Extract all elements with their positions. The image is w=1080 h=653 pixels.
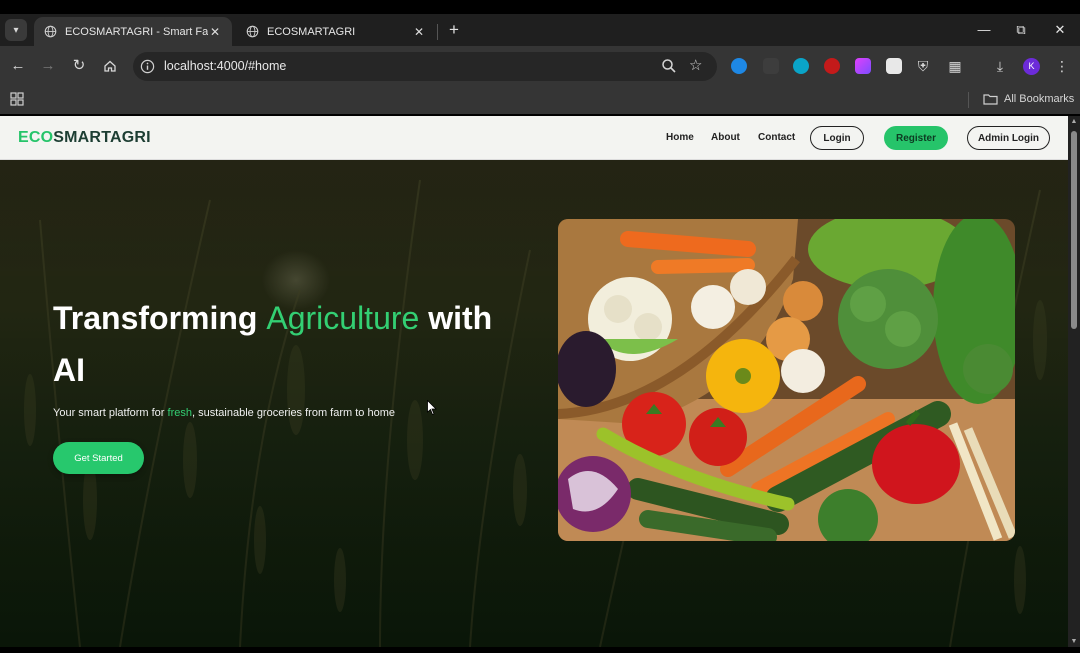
- hero-subtitle-accent: fresh: [167, 407, 192, 419]
- hero-title: Transforming Agriculture with AI: [53, 292, 523, 396]
- page-scrollbar[interactable]: ▲ ▼: [1068, 116, 1080, 647]
- page-viewport: ECOSMARTAGRI Home About Contact Login Re…: [0, 116, 1068, 647]
- tab-bar: ▾ ECOSMARTAGRI - Smart Farm-t ✕ ECOSMART…: [0, 14, 1080, 46]
- extension-purple-icon[interactable]: [855, 58, 871, 74]
- hero-section: Transforming Agriculture with AI Your sm…: [0, 160, 1068, 647]
- download-icon[interactable]: ⤓: [991, 57, 1009, 75]
- all-bookmarks-link[interactable]: All Bookmarks: [1004, 93, 1074, 105]
- extension-blue-icon[interactable]: [731, 58, 747, 74]
- extensions-puzzle-icon[interactable]: ▦: [946, 57, 964, 75]
- tab-title: ECOSMARTAGRI - Smart Farm-t: [65, 25, 208, 38]
- nav-contact-link[interactable]: Contact: [758, 132, 795, 143]
- nav-about-link[interactable]: About: [711, 132, 740, 143]
- hero-subtitle-part1: Your smart platform for: [53, 407, 168, 419]
- vegetables-image: [558, 219, 1015, 541]
- apps-grid-icon[interactable]: [10, 92, 24, 106]
- site-logo[interactable]: ECOSMARTAGRI: [18, 129, 151, 147]
- back-button[interactable]: ←: [8, 56, 28, 76]
- tab-title: ECOSMARTAGRI: [267, 25, 356, 38]
- globe-icon: [246, 25, 259, 38]
- scrollbar-thumb[interactable]: [1071, 131, 1077, 329]
- url-text[interactable]: localhost:4000/#home: [164, 59, 286, 73]
- home-icon: [104, 60, 116, 72]
- reload-button[interactable]: ↻: [69, 56, 89, 76]
- forward-button[interactable]: →: [38, 56, 58, 76]
- site-navbar: ECOSMARTAGRI Home About Contact Login Re…: [0, 116, 1068, 160]
- menu-kebab-icon[interactable]: ⋮: [1053, 57, 1071, 75]
- globe-icon: [44, 25, 57, 38]
- tab-active[interactable]: ECOSMARTAGRI - Smart Farm-t ✕: [34, 17, 232, 46]
- mouse-cursor-icon: [427, 400, 437, 416]
- close-icon[interactable]: ✕: [208, 25, 222, 39]
- restore-button[interactable]: ⧉: [1009, 20, 1033, 40]
- home-button[interactable]: [100, 56, 120, 76]
- get-started-button[interactable]: Get Started: [53, 442, 144, 474]
- hero-title-accent: Agriculture: [266, 300, 420, 336]
- chevron-down-icon: ▾: [13, 24, 19, 36]
- scroll-down-icon[interactable]: ▼: [1070, 638, 1078, 645]
- register-button[interactable]: Register: [884, 126, 948, 150]
- hero-subtitle: Your smart platform for fresh, sustainab…: [53, 407, 395, 419]
- new-tab-button[interactable]: +: [444, 20, 464, 40]
- nav-home-link[interactable]: Home: [666, 132, 694, 143]
- scroll-up-icon[interactable]: ▲: [1070, 118, 1078, 125]
- shield-icon[interactable]: ⛨: [914, 57, 932, 75]
- minimize-button[interactable]: —: [972, 20, 996, 40]
- logo-eco: ECO: [18, 129, 54, 146]
- address-bar[interactable]: localhost:4000/#home ☆: [133, 52, 717, 81]
- logo-rest: SMARTAGRI: [53, 129, 151, 146]
- zoom-icon[interactable]: [661, 58, 677, 74]
- bookmarks-divider: [968, 92, 969, 108]
- extension-screenshot-icon[interactable]: [886, 58, 902, 74]
- tab-divider: [437, 24, 438, 40]
- tab-search-button[interactable]: ▾: [5, 19, 27, 41]
- extension-dark-icon[interactable]: [763, 58, 779, 74]
- hero-title-part1: Transforming: [53, 300, 267, 336]
- hero-subtitle-part2: , sustainable groceries from farm to hom…: [192, 407, 395, 419]
- window-close-button[interactable]: ✕: [1048, 20, 1072, 40]
- profile-avatar[interactable]: K: [1023, 58, 1040, 75]
- bottom-edge: [0, 647, 1080, 653]
- bookmark-star-icon[interactable]: ☆: [689, 56, 702, 74]
- admin-login-button[interactable]: Admin Login: [967, 126, 1050, 150]
- extension-cyan-icon[interactable]: [793, 58, 809, 74]
- folder-icon[interactable]: [983, 93, 998, 105]
- bookmarks-bar: All Bookmarks: [0, 86, 1080, 114]
- close-icon[interactable]: ✕: [412, 25, 426, 39]
- login-button[interactable]: Login: [810, 126, 864, 150]
- browser-toolbar: ← → ↻ localhost:4000/#home ☆ ⛨ ▦ ⤓ K ⋮: [0, 46, 1080, 86]
- tab-inactive[interactable]: ECOSMARTAGRI ✕: [236, 17, 436, 46]
- site-info-icon[interactable]: [140, 59, 155, 74]
- ublock-icon[interactable]: [824, 58, 840, 74]
